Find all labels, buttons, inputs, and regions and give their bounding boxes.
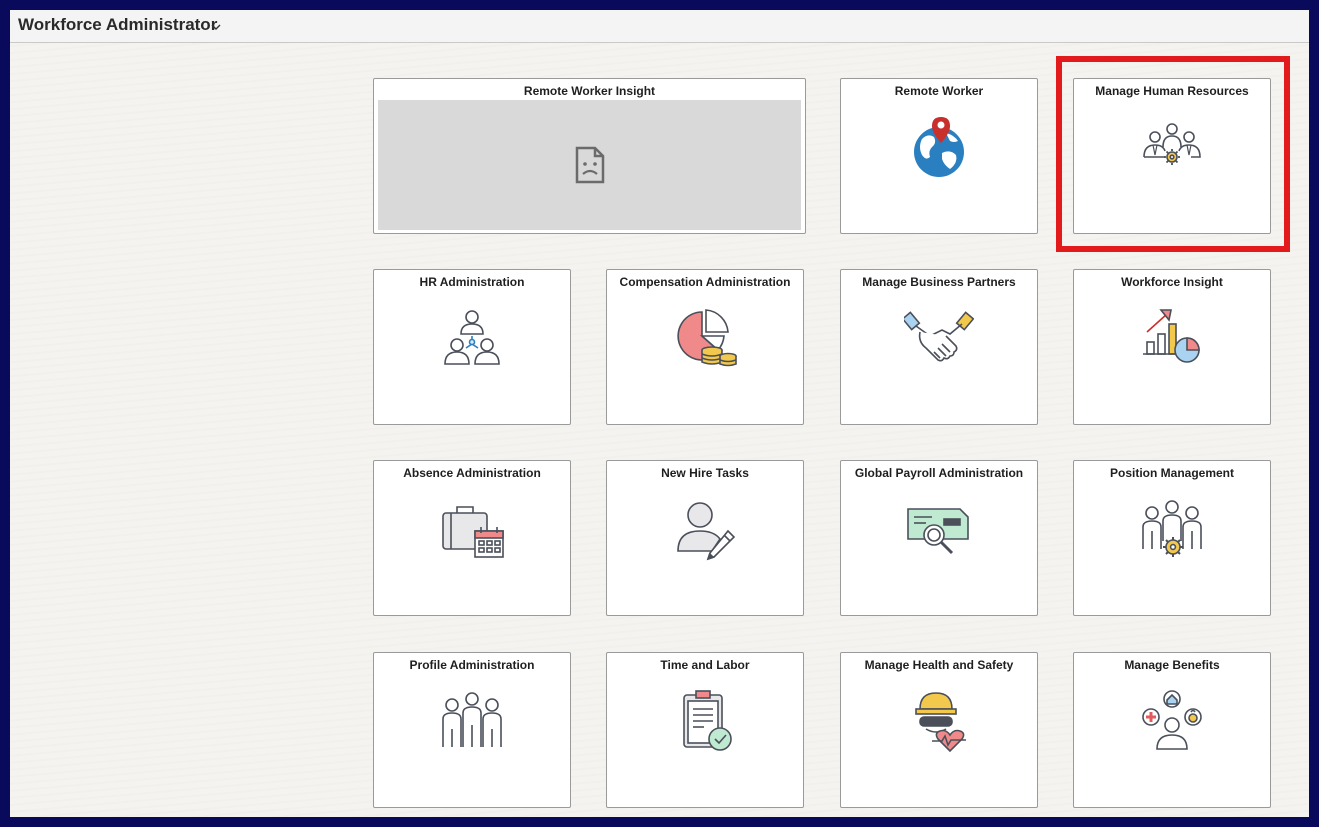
tile-compensation-administration[interactable]: Compensation Administration	[606, 269, 804, 425]
chevron-down-icon[interactable]	[210, 19, 222, 30]
person-pencil-icon	[670, 497, 740, 561]
briefcase-calendar-icon	[437, 497, 507, 561]
page-header: Workforce Administrator	[10, 10, 1309, 43]
tile-label: Position Management	[1109, 466, 1234, 480]
tile-label: Manage Business Partners	[862, 275, 1016, 289]
broken-image-icon	[573, 146, 607, 184]
check-magnifier-icon	[904, 497, 974, 561]
tile-time-and-labor[interactable]: Time and Labor	[606, 652, 804, 808]
tile-hr-administration[interactable]: HR Administration	[373, 269, 571, 425]
tile-workforce-insight[interactable]: Workforce Insight	[1073, 269, 1271, 425]
tile-manage-health-and-safety[interactable]: Manage Health and Safety	[840, 652, 1038, 808]
tile-new-hire-tasks[interactable]: New Hire Tasks	[606, 460, 804, 616]
tile-label: Manage Human Resources	[1095, 84, 1249, 98]
tile-label: Absence Administration	[403, 466, 541, 480]
tile-label: Global Payroll Administration	[854, 466, 1024, 480]
tile-label: Time and Labor	[660, 658, 750, 672]
tile-profile-administration[interactable]: Profile Administration	[373, 652, 571, 808]
tile-label: Remote Worker Insight	[523, 84, 656, 98]
tile-label: HR Administration	[419, 275, 525, 289]
team-people-icon	[437, 689, 507, 753]
globe-pin-icon	[904, 115, 974, 179]
growth-chart-icon	[1137, 306, 1207, 370]
tile-label: Profile Administration	[409, 658, 535, 672]
handshake-icon	[901, 306, 975, 370]
tile-position-management[interactable]: Position Management	[1073, 460, 1271, 616]
tile-label: Remote Worker	[894, 84, 984, 98]
tile-label: Manage Health and Safety	[864, 658, 1014, 672]
tile-label: Workforce Insight	[1121, 275, 1223, 289]
page-title: Workforce Administrator	[18, 15, 218, 34]
pie-coins-icon	[670, 306, 740, 370]
team-gear-icon	[1137, 497, 1207, 561]
org-people-icon	[437, 306, 507, 370]
tile-label: Compensation Administration	[619, 275, 791, 289]
app-frame: Workforce Administrator Remote Worker In…	[10, 10, 1309, 817]
tile-label: New Hire Tasks	[661, 466, 749, 480]
chart-placeholder	[378, 100, 801, 230]
tile-label: Manage Benefits	[1124, 658, 1220, 672]
person-benefits-icon	[1137, 689, 1207, 753]
tile-manage-human-resources[interactable]: Manage Human Resources	[1073, 78, 1271, 234]
tile-absence-administration[interactable]: Absence Administration	[373, 460, 571, 616]
tile-remote-worker[interactable]: Remote Worker	[840, 78, 1038, 234]
hardhat-heart-icon	[904, 689, 974, 753]
tile-global-payroll-administration[interactable]: Global Payroll Administration	[840, 460, 1038, 616]
tile-remote-worker-insight[interactable]: Remote Worker Insight	[373, 78, 806, 234]
tile-manage-benefits[interactable]: Manage Benefits	[1073, 652, 1271, 808]
clipboard-check-icon	[670, 689, 740, 753]
tile-manage-business-partners[interactable]: Manage Business Partners	[840, 269, 1038, 425]
people-gear-icon	[1137, 115, 1207, 179]
